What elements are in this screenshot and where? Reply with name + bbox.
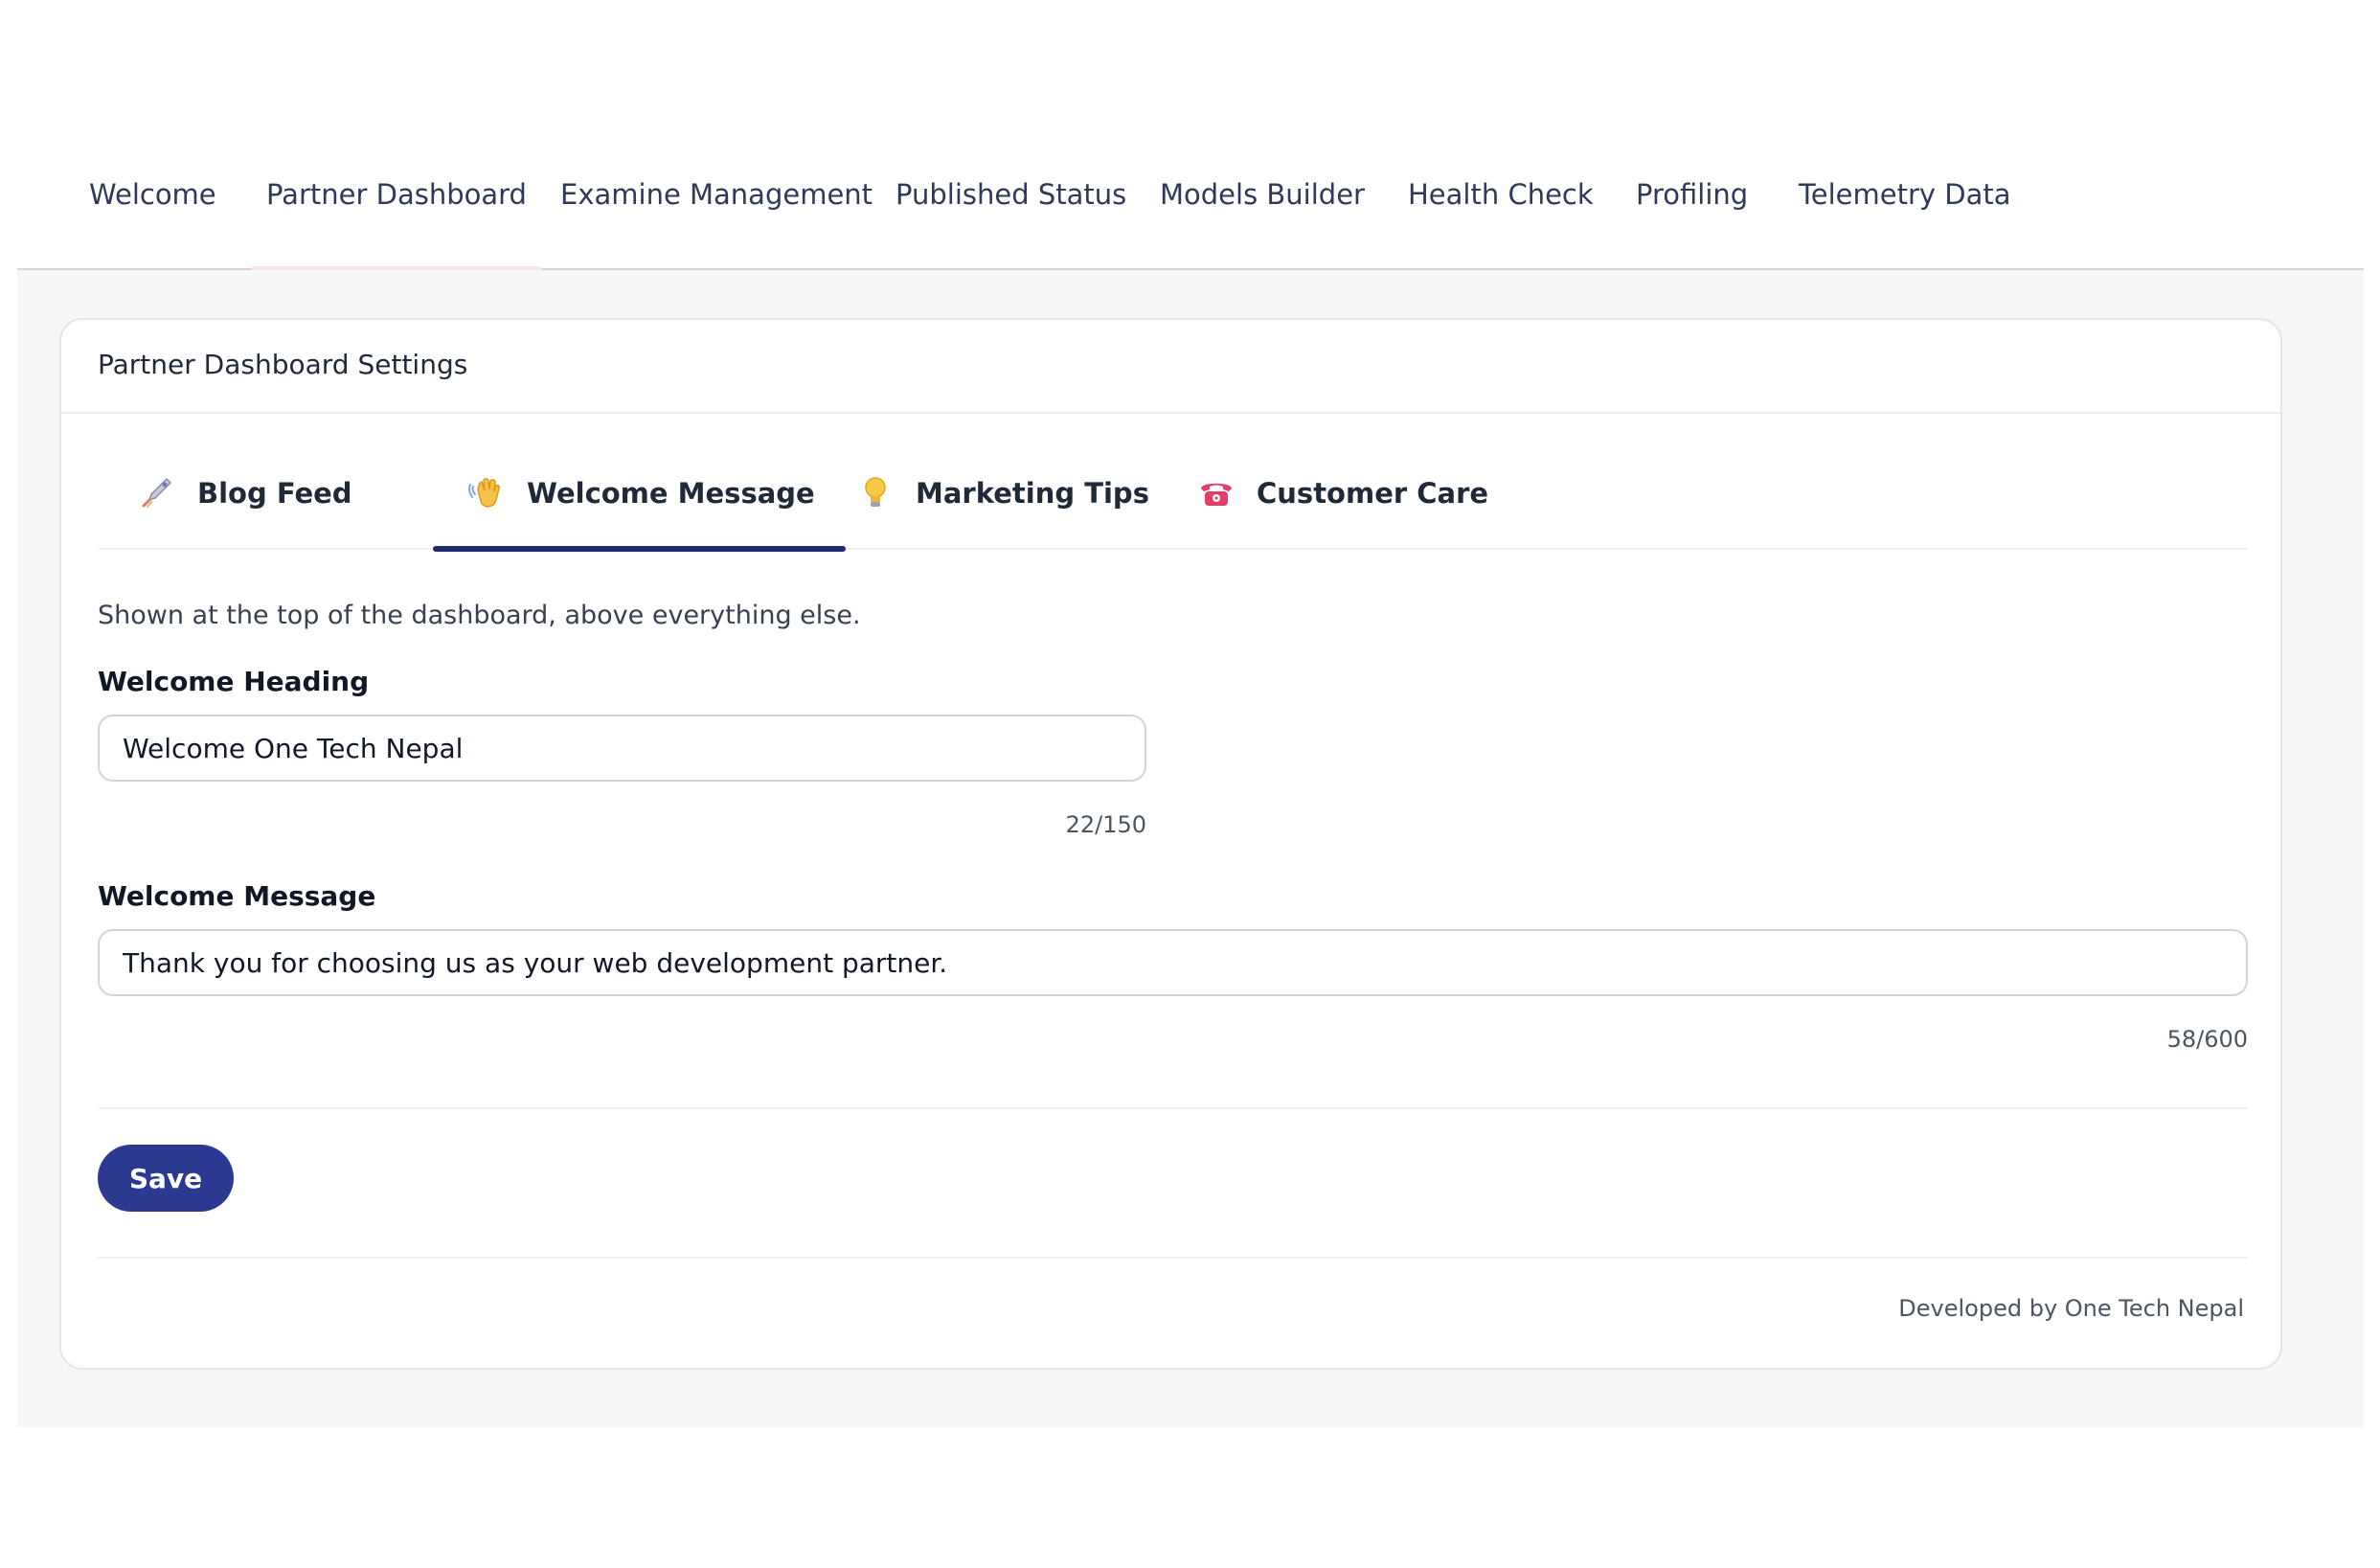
tab-customer-care-label: Customer Care — [1257, 477, 1489, 510]
tab-marketing-tips-label: Marketing Tips — [916, 477, 1149, 510]
tab-welcome-message[interactable]: Welcome Message — [433, 477, 846, 552]
welcome-message-label: Welcome Message — [98, 880, 376, 912]
settings-card: Partner Dashboard Settings Blog Feed Wel… — [59, 318, 2282, 1370]
nav-item-profiling[interactable]: Profiling — [1636, 178, 1748, 270]
telephone-icon — [1197, 473, 1235, 511]
waving-hand-icon — [467, 473, 506, 511]
nav-item-published-status[interactable]: Published Status — [895, 178, 1126, 270]
helper-text: Shown at the top of the dashboard, above… — [98, 601, 861, 630]
welcome-heading-counter: 22/150 — [1065, 811, 1146, 838]
save-button[interactable]: Save — [98, 1145, 234, 1212]
welcome-message-input[interactable] — [98, 929, 2248, 996]
settings-tabs: Blog Feed Welcome Message Marketing Tips… — [98, 414, 2248, 552]
content-area: Partner Dashboard Settings Blog Feed Wel… — [17, 270, 2364, 1427]
tab-marketing-tips[interactable]: Marketing Tips — [856, 477, 1149, 550]
form-divider — [98, 1107, 2248, 1109]
nav-item-welcome[interactable]: Welcome — [89, 178, 216, 270]
lightbulb-icon — [856, 473, 895, 511]
tab-customer-care[interactable]: Customer Care — [1197, 477, 1488, 550]
nav-item-models-builder[interactable]: Models Builder — [1160, 178, 1365, 270]
tab-welcome-message-label: Welcome Message — [527, 477, 815, 510]
card-header: Partner Dashboard Settings — [61, 320, 2280, 414]
top-navigation: Welcome Partner Dashboard Examine Manage… — [17, 115, 2364, 272]
rocket-icon — [138, 473, 176, 511]
welcome-message-counter: 58/600 — [2166, 1026, 2248, 1053]
nav-item-examine-management[interactable]: Examine Management — [560, 178, 873, 270]
card-title: Partner Dashboard Settings — [98, 349, 468, 380]
welcome-heading-label: Welcome Heading — [98, 666, 370, 697]
tab-blog-feed[interactable]: Blog Feed — [138, 477, 352, 550]
nav-item-telemetry-data[interactable]: Telemetry Data — [1799, 178, 2011, 270]
nav-item-partner-dashboard[interactable]: Partner Dashboard — [251, 178, 542, 272]
nav-item-health-check[interactable]: Health Check — [1408, 178, 1594, 270]
footer-divider — [98, 1257, 2248, 1259]
welcome-heading-input[interactable] — [98, 715, 1146, 782]
footer-credit: Developed by One Tech Nepal — [1898, 1295, 2244, 1322]
tab-blog-feed-label: Blog Feed — [197, 477, 352, 510]
